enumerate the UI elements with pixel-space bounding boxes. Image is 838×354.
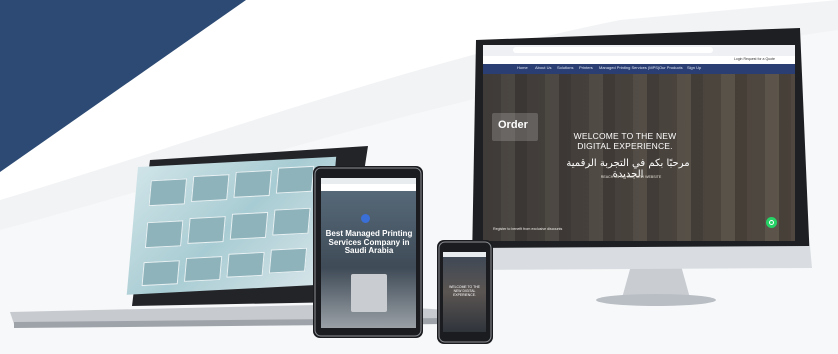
- phone-screen: WELCOME TO THE NEW DIGITAL EXPERIENCE.: [443, 252, 486, 332]
- phone-hero-title: WELCOME TO THE NEW DIGITAL EXPERIENCE.: [449, 285, 480, 298]
- phone-frame: [437, 240, 493, 344]
- phone-browser-bar: [443, 252, 486, 257]
- phone-device: WELCOME TO THE NEW DIGITAL EXPERIENCE.: [0, 0, 838, 354]
